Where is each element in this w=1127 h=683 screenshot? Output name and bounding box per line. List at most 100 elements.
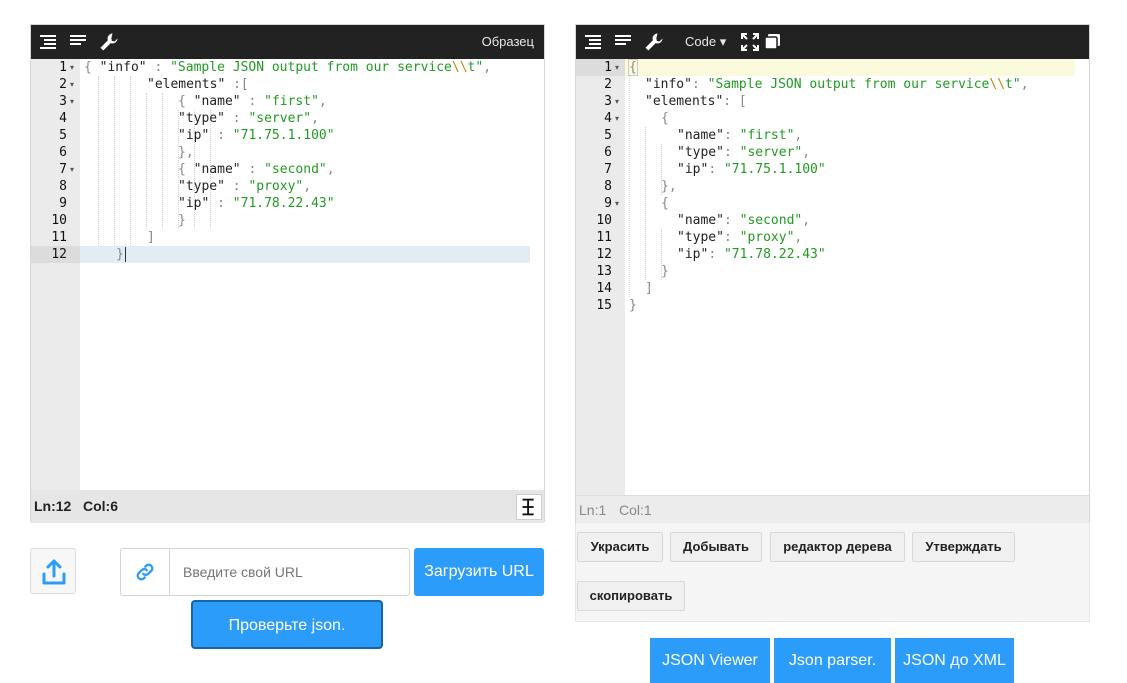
format-icon[interactable] bbox=[39, 32, 59, 52]
sample-button[interactable]: Образец bbox=[482, 25, 534, 59]
code-line-13: } bbox=[661, 264, 669, 279]
json-to-xml-link[interactable]: JSON до XML bbox=[895, 638, 1014, 683]
load-url-button[interactable]: Загрузить URL bbox=[414, 548, 544, 596]
line-number: 7 bbox=[59, 162, 67, 177]
line-number: 1 bbox=[604, 60, 612, 75]
code-line-8: }, bbox=[661, 179, 677, 194]
line-number: 5 bbox=[59, 128, 67, 143]
line-number: 10 bbox=[51, 213, 67, 228]
left-editor-toolbar: Образец bbox=[31, 25, 544, 59]
cursor-col-indicator: Col:6 bbox=[83, 498, 118, 514]
line-number: 14 bbox=[596, 281, 612, 296]
code-line-2: "info": "Sample JSON output from our ser… bbox=[645, 77, 1029, 92]
json-parser-link[interactable]: Json parser. bbox=[774, 638, 891, 683]
fold-toggle-icon[interactable]: ▾ bbox=[70, 59, 77, 76]
tree-editor-button[interactable]: редактор дерева bbox=[770, 532, 905, 562]
copy-button[interactable]: скопировать bbox=[577, 581, 685, 611]
line-number: 4 bbox=[59, 111, 67, 126]
active-line-highlight bbox=[31, 246, 530, 263]
json-viewer-link[interactable]: JSON Viewer bbox=[650, 638, 770, 683]
code-line-10: } bbox=[178, 213, 186, 228]
indent-guide bbox=[130, 76, 131, 246]
line-number: 9 bbox=[604, 196, 612, 211]
right-editor-toolbar: Code ▾ bbox=[576, 25, 1089, 59]
fold-toggle-icon[interactable]: ▾ bbox=[70, 161, 77, 178]
fold-toggle-icon[interactable]: ▾ bbox=[70, 93, 77, 110]
code-line-10: "name": "second", bbox=[677, 213, 811, 228]
left-editor-statusbar: Ln:12 Col:6 bbox=[31, 490, 544, 523]
code-line-1: { bbox=[628, 59, 638, 76]
code-line-8: "type" : "proxy", bbox=[178, 179, 312, 194]
fold-toggle-icon[interactable]: ▾ bbox=[70, 76, 77, 93]
cursor-line-indicator: Ln:1 bbox=[579, 502, 607, 518]
wrench-icon[interactable] bbox=[644, 32, 664, 52]
code-line-3: "elements": [ bbox=[645, 94, 747, 109]
line-number: 4 bbox=[604, 111, 612, 126]
code-line-15: } bbox=[629, 298, 637, 313]
code-line-3: { "name" : "first", bbox=[178, 94, 327, 109]
indent-guide bbox=[146, 93, 147, 229]
code-line-5: "ip" : "71.75.1.100" bbox=[178, 128, 335, 143]
active-line-highlight bbox=[625, 59, 1075, 76]
line-number: 5 bbox=[604, 128, 612, 143]
line-number: 15 bbox=[596, 298, 612, 313]
code-line-9: "ip" : "71.78.22.43" bbox=[178, 196, 335, 211]
code-line-6: }, bbox=[178, 145, 194, 160]
right-json-editor[interactable]: Code ▾ { "info": "Sample JSON output fro… bbox=[575, 24, 1090, 523]
beautify-button[interactable]: Украсить bbox=[577, 532, 663, 562]
indent-guide bbox=[114, 76, 115, 246]
right-editor-statusbar: Ln:1 Col:1 bbox=[576, 495, 1089, 523]
compact-icon[interactable] bbox=[614, 32, 634, 52]
indent-guide bbox=[98, 76, 99, 246]
upload-button[interactable] bbox=[30, 548, 76, 594]
code-line-11: "type": "proxy", bbox=[677, 230, 803, 245]
right-action-bar: Украсить Добывать редактор дерева Утверж… bbox=[575, 523, 1090, 622]
indent-guide bbox=[162, 93, 163, 229]
upload-icon bbox=[41, 558, 67, 586]
line-number: 10 bbox=[596, 213, 612, 228]
code-line-12: } bbox=[116, 247, 124, 262]
line-number: 2 bbox=[604, 77, 612, 92]
line-number: 12 bbox=[51, 247, 67, 262]
code-line-7: { "name" : "second", bbox=[178, 162, 335, 177]
format-icon[interactable] bbox=[584, 32, 604, 52]
code-line-5: "name": "first", bbox=[677, 128, 803, 143]
validate-button[interactable]: Утверждать bbox=[912, 532, 1015, 562]
fold-toggle-icon[interactable]: ▾ bbox=[615, 93, 622, 110]
line-number: 13 bbox=[596, 264, 612, 279]
code-line-1: { "info" : "Sample JSON output from our … bbox=[84, 60, 492, 75]
extract-button[interactable]: Добывать bbox=[670, 532, 762, 562]
line-number: 11 bbox=[51, 230, 67, 245]
code-line-11: ] bbox=[147, 230, 155, 245]
toggle-height-icon[interactable] bbox=[516, 494, 542, 520]
mode-dropdown[interactable]: Code ▾ bbox=[685, 25, 726, 59]
fold-toggle-icon[interactable]: ▾ bbox=[615, 195, 622, 212]
fold-toggle-icon[interactable]: ▾ bbox=[615, 59, 622, 76]
copy-window-icon[interactable] bbox=[763, 32, 783, 52]
indent-guide bbox=[629, 76, 630, 297]
line-number: 3 bbox=[59, 94, 67, 109]
line-number: 6 bbox=[59, 145, 67, 160]
code-line-7: "ip": "71.75.1.100" bbox=[677, 162, 826, 177]
validate-json-button[interactable]: Проверьте json. bbox=[191, 600, 383, 649]
line-number: 3 bbox=[604, 94, 612, 109]
fullscreen-icon[interactable] bbox=[740, 32, 760, 52]
line-number: 12 bbox=[596, 247, 612, 262]
code-line-12: "ip": "71.78.22.43" bbox=[677, 247, 826, 262]
right-editor-code-area[interactable] bbox=[625, 59, 1089, 495]
line-number: 8 bbox=[59, 179, 67, 194]
code-line-2: "elements" :[ bbox=[147, 77, 249, 92]
code-line-9: { bbox=[661, 196, 669, 211]
compact-icon[interactable] bbox=[69, 32, 89, 52]
left-json-editor[interactable]: Образец { "info" : "Sample JSON output f… bbox=[30, 24, 545, 523]
url-input[interactable] bbox=[183, 561, 403, 583]
code-line-4: "type" : "server", bbox=[178, 111, 319, 126]
fold-toggle-icon[interactable]: ▾ bbox=[615, 110, 622, 127]
line-number: 7 bbox=[604, 162, 612, 177]
indent-guide bbox=[645, 127, 646, 280]
line-number: 11 bbox=[596, 230, 612, 245]
wrench-icon[interactable] bbox=[99, 32, 119, 52]
line-number: 6 bbox=[604, 145, 612, 160]
line-number: 1 bbox=[59, 60, 67, 75]
url-input-group bbox=[120, 548, 410, 596]
